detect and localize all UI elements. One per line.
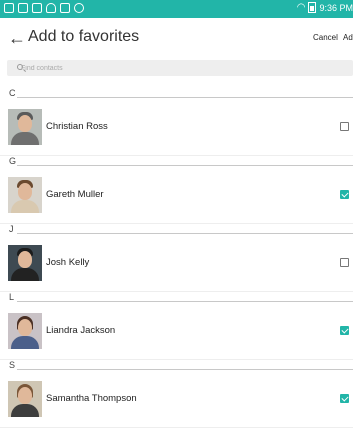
avatar bbox=[8, 245, 42, 281]
section-header: J bbox=[9, 224, 353, 236]
contact-name: Samantha Thompson bbox=[46, 393, 137, 404]
search-input[interactable] bbox=[21, 60, 341, 76]
section-letter: S bbox=[9, 360, 16, 370]
notification-icon bbox=[4, 3, 14, 13]
contact-row[interactable]: Samantha Thompson bbox=[0, 372, 353, 428]
section-letter: G bbox=[9, 156, 17, 166]
section-header: C bbox=[9, 88, 353, 100]
contact-row[interactable]: Josh Kelly bbox=[0, 236, 353, 292]
section-header: G bbox=[9, 156, 353, 168]
contact-row[interactable]: Gareth Muller bbox=[0, 168, 353, 224]
favorite-checkbox[interactable] bbox=[340, 394, 349, 403]
favorite-checkbox[interactable] bbox=[340, 258, 349, 267]
battery-icon bbox=[308, 2, 317, 13]
cancel-button[interactable]: Cancel bbox=[313, 33, 338, 42]
contact-row[interactable]: Liandra Jackson bbox=[0, 304, 353, 360]
avatar bbox=[8, 177, 42, 213]
contact-name: Josh Kelly bbox=[46, 257, 90, 268]
section-letter: J bbox=[9, 224, 14, 234]
section-header: L bbox=[9, 292, 353, 304]
search-bar[interactable] bbox=[7, 60, 353, 76]
section-divider bbox=[17, 165, 353, 166]
contact-row[interactable]: Christian Ross bbox=[0, 100, 353, 156]
favorite-checkbox[interactable] bbox=[340, 326, 349, 335]
status-right: ◠ 9:36 PM bbox=[297, 2, 353, 13]
favorite-checkbox[interactable] bbox=[340, 122, 349, 131]
download-icon bbox=[74, 3, 84, 13]
section-header: S bbox=[9, 360, 353, 372]
cloud-icon bbox=[46, 3, 56, 13]
contact-name: Gareth Muller bbox=[46, 189, 104, 200]
status-time: 9:36 PM bbox=[319, 2, 353, 13]
back-arrow-icon[interactable]: ← bbox=[8, 26, 28, 50]
avatar bbox=[8, 109, 42, 145]
contact-name: Liandra Jackson bbox=[46, 325, 116, 336]
favorite-checkbox[interactable] bbox=[340, 190, 349, 199]
notification-icons bbox=[4, 3, 84, 13]
add-button[interactable]: Add bbox=[343, 33, 353, 42]
title-bar: ← Add to favorites Cancel Add bbox=[0, 18, 353, 58]
avatar bbox=[8, 381, 42, 417]
message-icon bbox=[32, 3, 42, 13]
avatar bbox=[8, 313, 42, 349]
gallery-icon bbox=[18, 3, 28, 13]
status-bar: ◠ 9:36 PM bbox=[0, 0, 353, 18]
shop-icon bbox=[60, 3, 70, 13]
section-divider bbox=[17, 233, 353, 234]
section-divider bbox=[17, 369, 353, 370]
page-title: Add to favorites bbox=[28, 28, 140, 45]
contact-name: Christian Ross bbox=[46, 121, 108, 132]
section-letter: C bbox=[9, 88, 16, 98]
section-divider bbox=[17, 301, 353, 302]
section-divider bbox=[17, 97, 353, 98]
wifi-icon: ◠ bbox=[296, 2, 306, 13]
section-letter: L bbox=[9, 292, 15, 302]
